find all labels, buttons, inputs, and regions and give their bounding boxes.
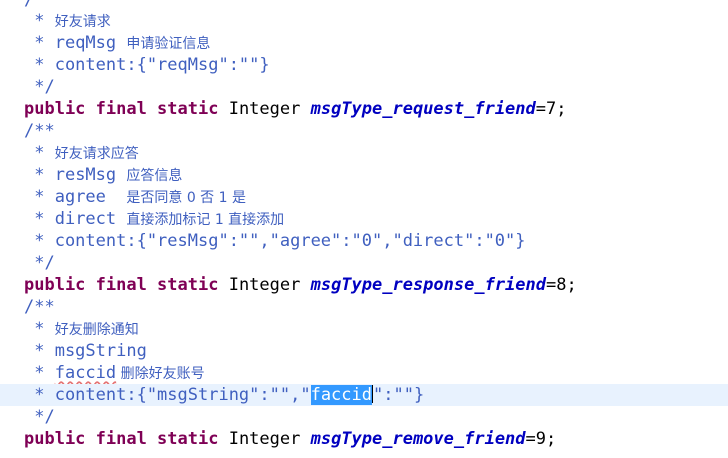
keyword-modifiers: public final static	[24, 99, 219, 119]
comment-star: *	[24, 187, 55, 207]
param-name: direct	[54, 209, 127, 229]
code-line: */	[0, 406, 728, 428]
current-line[interactable]: * content:{"msgString":"","faccid":""}	[0, 384, 728, 406]
code-line: * direct 直接添加标记 1 直接添加	[0, 208, 728, 230]
comment-text: 好友请求应答	[54, 146, 139, 162]
code-line: public final static Integer msgType_requ…	[0, 98, 728, 120]
type-name: Integer	[218, 275, 311, 295]
type-name: Integer	[218, 429, 311, 449]
comment-text: ":""}	[373, 385, 425, 405]
comment-star: *	[24, 143, 55, 163]
comment-start: /**	[24, 297, 55, 317]
comment-star: *	[24, 33, 55, 53]
code-editor[interactable]: / * 好友请求 * reqMsg 申请验证信息 * content:{"req…	[0, 0, 728, 458]
param-name: reqMsg	[54, 33, 127, 53]
comment-text: * msgString	[24, 341, 147, 361]
comment-text: 删除好友账号	[116, 366, 205, 382]
comment-star: *	[24, 165, 55, 185]
comment-text: 申请验证信息	[126, 36, 211, 52]
comment-end: */	[24, 253, 55, 273]
field-name: msgType_remove_friend	[310, 429, 526, 449]
comment-text: 好友删除通知	[54, 322, 139, 338]
comment-text: /	[24, 0, 35, 10]
comment-text: * content:{"reqMsg":""}	[24, 55, 270, 75]
comment-start: /**	[24, 121, 55, 141]
code-line: public final static Integer msgType_resp…	[0, 274, 728, 296]
code-line: * content:{"reqMsg":""}	[0, 54, 728, 76]
comment-star: *	[24, 209, 55, 229]
field-value: =7;	[535, 99, 567, 119]
comment-star: *	[24, 319, 55, 339]
comment-text: 好友请求	[54, 14, 111, 30]
comment-text: 直接添加标记 1 直接添加	[126, 212, 285, 228]
code-line: /**	[0, 120, 728, 142]
code-line: */	[0, 76, 728, 98]
selected-text[interactable]: faccid	[310, 385, 372, 405]
comment-text: 应答信息	[126, 168, 183, 184]
code-line: * msgString	[0, 340, 728, 362]
param-name: resMsg	[54, 165, 127, 185]
comment-text: 是否同意 0 否 1 是	[126, 190, 246, 206]
comment-star: *	[24, 363, 55, 383]
code-line: /**	[0, 296, 728, 318]
code-line: public final static Integer msgType_remo…	[0, 428, 728, 450]
code-line: * reqMsg 申请验证信息	[0, 32, 728, 54]
comment-end: */	[24, 77, 55, 97]
keyword-modifiers: public final static	[24, 275, 219, 295]
code-line: * agree 是否同意 0 否 1 是	[0, 186, 728, 208]
comment-text: * content:{"msgString":"","	[24, 385, 311, 405]
code-line: * resMsg 应答信息	[0, 164, 728, 186]
code-line: */	[0, 252, 728, 274]
code-line: * 好友请求应答	[0, 142, 728, 164]
code-line: * content:{"resMsg":"","agree":"0","dire…	[0, 230, 728, 252]
comment-end: */	[24, 407, 55, 427]
code-line: * 好友删除通知	[0, 318, 728, 340]
field-name: msgType_request_friend	[310, 99, 536, 119]
code-line: * 好友请求	[0, 10, 728, 32]
param-name: agree	[54, 187, 127, 207]
type-name: Integer	[218, 99, 311, 119]
spelling-warning-word[interactable]: faccid	[55, 363, 116, 383]
field-value: =9;	[525, 429, 557, 449]
field-name: msgType_response_friend	[310, 275, 546, 295]
comment-star: *	[24, 11, 55, 31]
code-line: * faccid 删除好友账号	[0, 362, 728, 384]
field-value: =8;	[546, 275, 577, 295]
keyword-modifiers: public final static	[24, 429, 219, 449]
comment-text: * content:{"resMsg":"","agree":"0","dire…	[24, 231, 526, 251]
